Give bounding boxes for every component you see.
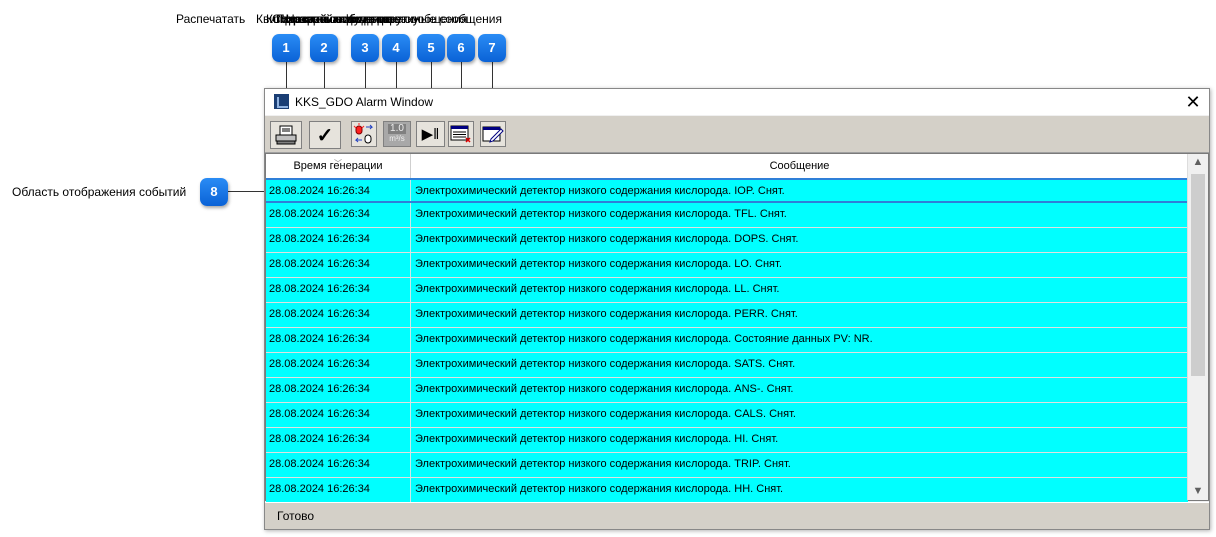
table-row[interactable]: 28.08.2024 16:26:34 Электрохимический дет… (266, 378, 1188, 403)
edit-view-icon (482, 126, 504, 143)
column-separator (410, 180, 411, 201)
table-row[interactable]: 28.08.2024 16:26:34 Электрохимический дет… (266, 178, 1188, 203)
column-separator (410, 303, 411, 327)
column-separator (410, 453, 411, 477)
cell-message: Электрохимический детектор низкого содер… (415, 283, 780, 295)
cell-message: Электрохимический детектор низкого содер… (415, 333, 873, 345)
filter-button[interactable] (448, 121, 474, 147)
table-row[interactable]: 28.08.2024 16:26:34 Электрохимический дет… (266, 303, 1188, 328)
cell-time: 28.08.2024 16:26:34 (269, 333, 370, 345)
cell-time: 28.08.2024 16:26:34 (269, 308, 370, 320)
table-row[interactable]: 28.08.2024 16:26:34 Электрохимический дет… (266, 353, 1188, 378)
cell-time: 28.08.2024 16:26:34 (269, 383, 370, 395)
app-icon (274, 94, 289, 109)
close-button[interactable]: ✕ (1183, 92, 1203, 112)
status-text: Готово (277, 509, 315, 523)
view-settings-button[interactable] (480, 121, 506, 147)
badge-5: 5 (417, 34, 445, 62)
table-header: ﹀ Время генерации Сообщение (266, 154, 1188, 179)
cell-time: 28.08.2024 16:26:34 (269, 185, 370, 197)
table-row[interactable]: 28.08.2024 16:26:34 Электрохимический дет… (266, 253, 1188, 278)
cell-message: Электрохимический детектор низкого содер… (415, 208, 787, 220)
badge-1: 1 (272, 34, 300, 62)
column-separator (410, 328, 411, 352)
cell-message: Электрохимический детектор низкого содер… (415, 433, 779, 445)
cell-time: 28.08.2024 16:26:34 (269, 358, 370, 370)
cell-time: 28.08.2024 16:26:34 (269, 258, 370, 270)
cell-time: 28.08.2024 16:26:34 (269, 233, 370, 245)
badge-6: 6 (447, 34, 475, 62)
label-print: Распечатать (176, 12, 246, 26)
column-separator (410, 203, 411, 227)
table-row[interactable]: 28.08.2024 16:26:34 Электрохимический дет… (266, 228, 1188, 253)
table-row[interactable]: 28.08.2024 16:26:34 Электрохимический дет… (266, 203, 1188, 228)
label-view: Настройка вида окна (286, 12, 404, 26)
alarm-copy-icon (353, 123, 374, 144)
window-title: KKS_GDO Alarm Window (295, 95, 434, 109)
pause-scroll-button[interactable]: ▶‖ (416, 121, 445, 147)
column-separator (410, 278, 411, 302)
cell-time: 28.08.2024 16:26:34 (269, 458, 370, 470)
column-separator (410, 353, 411, 377)
cell-message: Электрохимический детектор низкого содер… (415, 458, 791, 470)
scroll-thumb[interactable] (1191, 174, 1205, 376)
play-pause-icon: ▶‖ (421, 126, 440, 143)
copy-messages-button[interactable] (351, 121, 377, 147)
column-separator (410, 478, 411, 502)
table-row[interactable]: 28.08.2024 16:26:34 Электрохимический дет… (266, 428, 1188, 453)
event-area-label: Область отображения событий (12, 185, 187, 199)
acknowledge-button[interactable]: ✓ (309, 121, 341, 149)
column-separator (410, 428, 411, 452)
table-row[interactable]: 28.08.2024 16:26:34 Электрохимический дет… (266, 478, 1188, 503)
print-icon (275, 125, 297, 145)
cell-time: 28.08.2024 16:26:34 (269, 483, 370, 495)
status-bar: Готово (265, 502, 1209, 529)
column-separator (410, 228, 411, 252)
title-bar[interactable]: KKS_GDO Alarm Window ✕ (265, 89, 1209, 115)
filter-list-icon (450, 125, 471, 143)
leader-line (228, 191, 266, 192)
cell-time: 28.08.2024 16:26:34 (269, 408, 370, 420)
table-row[interactable]: 28.08.2024 16:26:34 Электрохимический дет… (266, 328, 1188, 353)
column-header-time[interactable]: ﹀ Время генерации (266, 154, 411, 178)
alarm-window: KKS_GDO Alarm Window ✕ ✓ 1.0 m³/s ▶‖ ﹀ В… (264, 88, 1210, 530)
cell-message: Электрохимический детектор низкого содер… (415, 408, 796, 420)
badge-8: 8 (200, 178, 228, 206)
badge-7: 7 (478, 34, 506, 62)
cell-message: Электрохимический детектор низкого содер… (415, 483, 784, 495)
check-icon: ✓ (316, 124, 334, 147)
badge-3: 3 (351, 34, 379, 62)
cell-time: 28.08.2024 16:26:34 (269, 208, 370, 220)
table-row[interactable]: 28.08.2024 16:26:34 Электрохимический дет… (266, 403, 1188, 428)
toolbar: ✓ 1.0 m³/s ▶‖ (265, 116, 1209, 153)
scroll-down-icon[interactable]: ▼ (1188, 483, 1208, 500)
sort-arrow-icon: ﹀ (334, 159, 342, 168)
units-icon: 1.0 m³/s (388, 123, 406, 143)
units-button[interactable]: 1.0 m³/s (383, 121, 411, 147)
table-row[interactable]: 28.08.2024 16:26:34 Электрохимический дет… (266, 453, 1188, 478)
column-separator (410, 253, 411, 277)
column-header-message[interactable]: Сообщение (411, 154, 1188, 178)
column-separator (410, 403, 411, 427)
badge-2: 2 (310, 34, 338, 62)
table-rows: 28.08.2024 16:26:34 Электрохимический дет… (266, 178, 1188, 503)
cell-message: Электрохимический детектор низкого содер… (415, 185, 785, 197)
annotation-labels: Распечатать Квитировать сообщение Копиро… (176, 12, 636, 28)
cell-message: Электрохимический детектор низкого содер… (415, 258, 782, 270)
print-button[interactable] (270, 121, 302, 149)
column-separator (410, 378, 411, 402)
events-table: ﹀ Время генерации Сообщение 28.08.2024 1… (265, 153, 1209, 503)
vertical-scrollbar[interactable]: ▲ ▼ (1187, 154, 1208, 500)
badge-4: 4 (382, 34, 410, 62)
cell-message: Электрохимический детектор низкого содер… (415, 383, 794, 395)
cell-message: Электрохимический детектор низкого содер… (415, 233, 799, 245)
table-row[interactable]: 28.08.2024 16:26:34 Электрохимический дет… (266, 278, 1188, 303)
cell-message: Электрохимический детектор низкого содер… (415, 308, 798, 320)
cell-time: 28.08.2024 16:26:34 (269, 433, 370, 445)
cell-message: Электрохимический детектор низкого содер… (415, 358, 796, 370)
scroll-up-icon[interactable]: ▲ (1188, 154, 1208, 171)
cell-time: 28.08.2024 16:26:34 (269, 283, 370, 295)
